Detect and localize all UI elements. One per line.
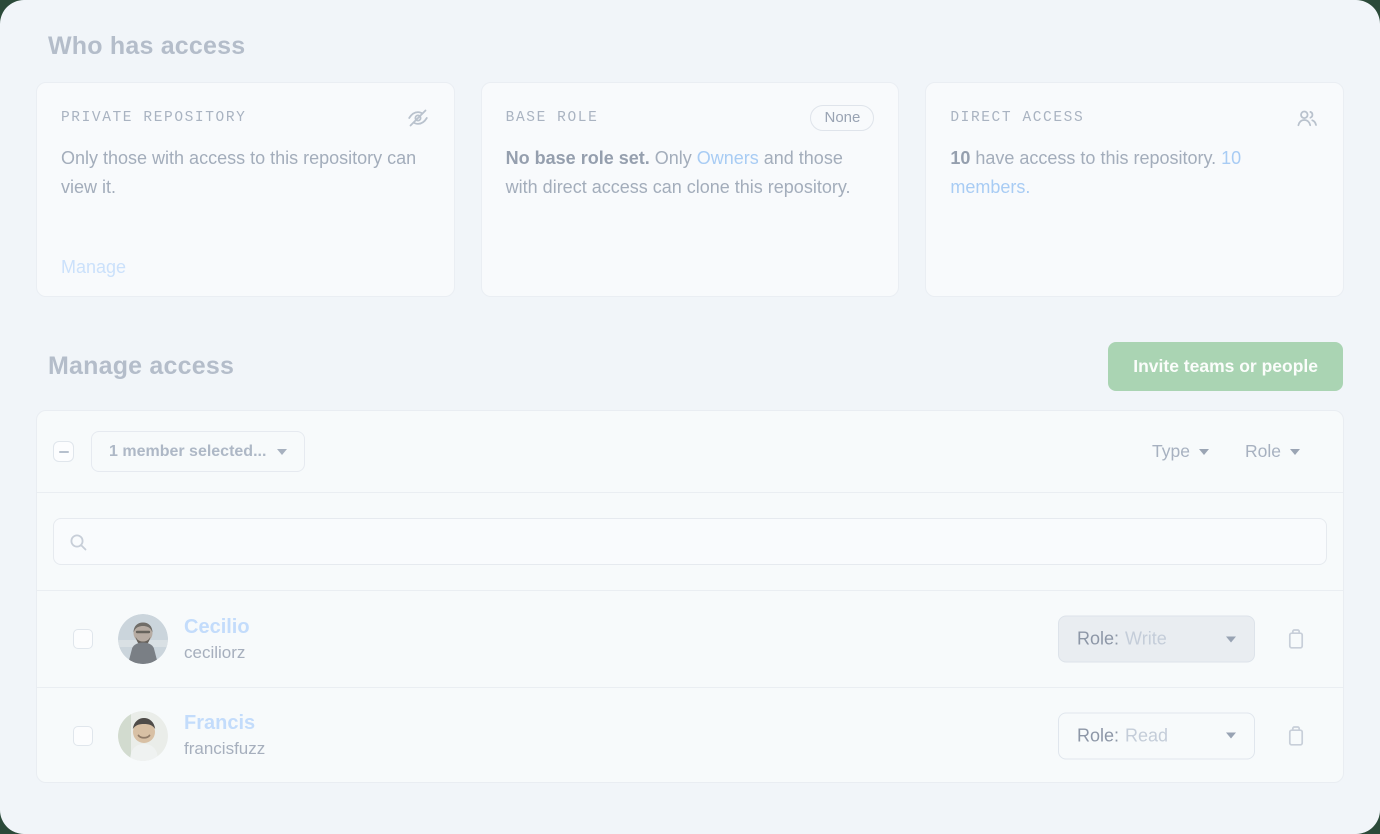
- role-dropdown-button[interactable]: Role: Write: [1058, 616, 1255, 663]
- card-text: have access to this repository.: [970, 148, 1221, 168]
- direct-access-label: DIRECT ACCESS: [950, 110, 1084, 126]
- role-filter-label: Role: [1245, 441, 1281, 462]
- invite-teams-or-people-button[interactable]: Invite teams or people: [1108, 342, 1343, 391]
- type-filter-label: Type: [1152, 441, 1190, 462]
- repo-access-settings-page: Who has access PRIVATE REPOSITORY Only t…: [0, 0, 1380, 834]
- access-summary-cards: PRIVATE REPOSITORY Only those with acces…: [36, 82, 1344, 297]
- avatar[interactable]: [118, 711, 168, 761]
- role-button-text: Role: Write: [1077, 629, 1167, 650]
- avatar[interactable]: [118, 614, 168, 664]
- card-head: BASE ROLE None: [506, 103, 875, 133]
- trash-icon: [1285, 627, 1307, 651]
- chevron-down-icon: [277, 449, 287, 455]
- indeterminate-minus-icon: [59, 451, 69, 453]
- card-text-bold: 10: [950, 148, 970, 168]
- role-button-text: Role: Read: [1077, 725, 1168, 746]
- role-prefix: Role:: [1077, 629, 1119, 649]
- member-info: Francis francisfuzz: [184, 712, 265, 759]
- trash-icon: [1285, 724, 1307, 748]
- table-toolbar: 1 member selected... Type Role: [37, 411, 1343, 493]
- select-all-checkbox[interactable]: [53, 441, 74, 462]
- private-repository-card: PRIVATE REPOSITORY Only those with acces…: [36, 82, 455, 297]
- member-row: Francis francisfuzz Role: Read: [37, 687, 1343, 783]
- manage-access-header: Manage access Invite teams or people: [48, 342, 1343, 391]
- role-value: Read: [1125, 725, 1168, 745]
- who-has-access-title: Who has access: [48, 32, 245, 61]
- members-table: 1 member selected... Type Role: [36, 410, 1344, 783]
- role-prefix: Role:: [1077, 725, 1119, 745]
- card-head: PRIVATE REPOSITORY: [61, 103, 430, 133]
- member-username: francisfuzz: [184, 739, 265, 759]
- type-filter-dropdown[interactable]: Type: [1152, 441, 1209, 462]
- remove-member-button[interactable]: [1285, 724, 1307, 748]
- chevron-down-icon: [1226, 733, 1236, 739]
- manage-link[interactable]: Manage: [61, 257, 126, 278]
- member-search-input[interactable]: [54, 519, 1326, 564]
- search-section: [37, 493, 1343, 591]
- base-role-badge: None: [810, 105, 874, 131]
- member-checkbox[interactable]: [73, 629, 93, 649]
- chevron-down-icon: [1199, 449, 1209, 455]
- owners-link[interactable]: Owners: [697, 148, 759, 168]
- card-text-bold: No base role set.: [506, 148, 650, 168]
- direct-access-description: 10 have access to this repository. 10 me…: [950, 144, 1319, 201]
- direct-access-card: DIRECT ACCESS 10 have access to this rep…: [925, 82, 1344, 297]
- role-filter-dropdown[interactable]: Role: [1245, 441, 1300, 462]
- card-head: DIRECT ACCESS: [950, 103, 1319, 133]
- manage-access-title: Manage access: [48, 352, 234, 381]
- card-text: Only those with access to this repositor…: [61, 148, 416, 197]
- chevron-down-icon: [1226, 636, 1236, 642]
- member-username: ceciliorz: [184, 643, 250, 663]
- members-selected-dropdown[interactable]: 1 member selected...: [91, 431, 305, 472]
- role-dropdown-button[interactable]: Role: Read: [1058, 712, 1255, 759]
- member-row: Cecilio ceciliorz Role: Write: [37, 591, 1343, 687]
- people-icon: [1295, 106, 1319, 130]
- base-role-card: BASE ROLE None No base role set. Only Ow…: [481, 82, 900, 297]
- role-value: Write: [1125, 629, 1167, 649]
- chevron-down-icon: [1290, 449, 1300, 455]
- remove-member-button[interactable]: [1285, 627, 1307, 651]
- search-box: [53, 518, 1327, 565]
- base-role-label: BASE ROLE: [506, 110, 599, 126]
- members-selected-label: 1 member selected...: [109, 443, 266, 461]
- member-name-link[interactable]: Cecilio: [184, 616, 250, 639]
- member-checkbox[interactable]: [73, 726, 93, 746]
- member-name-link[interactable]: Francis: [184, 712, 265, 735]
- member-info: Cecilio ceciliorz: [184, 616, 250, 663]
- card-text: Only: [650, 148, 697, 168]
- eye-slash-icon: [406, 106, 430, 130]
- private-repository-label: PRIVATE REPOSITORY: [61, 110, 246, 126]
- base-role-description: No base role set. Only Owners and those …: [506, 144, 875, 201]
- private-repository-description: Only those with access to this repositor…: [61, 144, 430, 201]
